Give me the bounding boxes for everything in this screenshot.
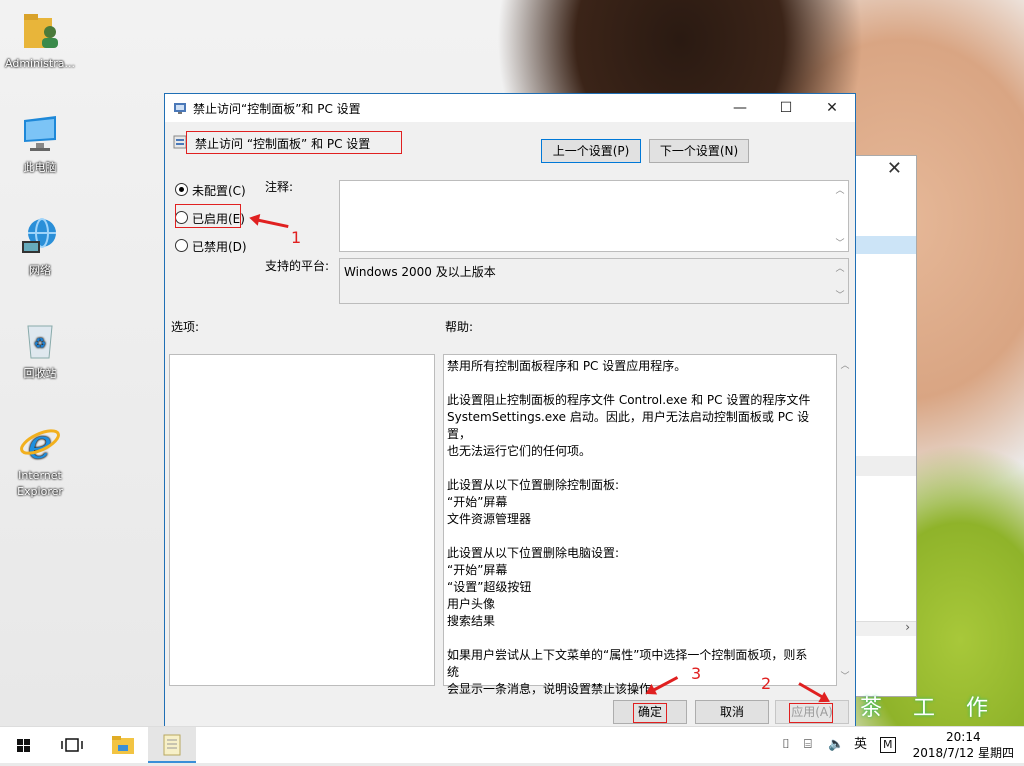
help-paragraph: 此设置阻止控制面板的程序文件 Control.exe 和 PC 设置的程序文件 S… — [447, 393, 811, 458]
platform-value: Windows 2000 及以上版本 — [344, 265, 496, 279]
chevron-up-icon[interactable]: ︿ — [832, 183, 848, 196]
help-paragraph: 此设置从以下位置删除电脑设置: “开始”屏幕 “设置”超级按钮 用户头像 搜索结果 — [447, 546, 620, 628]
list-row[interactable] — [856, 456, 916, 476]
desktop-icon-recycle-bin[interactable]: ♻ 回收站 — [0, 318, 80, 382]
radio-indicator[interactable] — [175, 183, 188, 196]
svg-text:♻: ♻ — [34, 336, 47, 352]
desktop-icon-label: 此电脑 — [23, 161, 57, 174]
desktop-icon-this-pc[interactable]: 此电脑 — [0, 112, 80, 176]
annotation-arrow — [254, 218, 289, 229]
radio-label: 未配置(C) — [192, 184, 246, 198]
annotation-box — [186, 131, 402, 154]
chevron-up-icon[interactable]: ︿ — [832, 261, 848, 274]
clock-time: 20:14 — [946, 730, 981, 744]
network-globe-icon — [18, 215, 62, 259]
start-button[interactable] — [0, 727, 48, 763]
policy-editor-taskbar-button[interactable] — [148, 727, 196, 763]
annotation-number: 1 — [291, 228, 302, 247]
minimize-button[interactable]: — — [717, 94, 763, 122]
desktop-icon-label: Internet Explorer — [17, 469, 63, 498]
close-icon[interactable]: ✕ — [887, 158, 902, 179]
internet-explorer-icon: e — [18, 420, 62, 468]
file-explorer-button[interactable] — [100, 727, 148, 763]
help-paragraph: 此设置从以下位置删除控制面板: “开始”屏幕 文件资源管理器 — [447, 478, 620, 526]
volume-icon[interactable]: 🔈 — [828, 727, 844, 763]
desktop-icon-administrator[interactable]: Administra... — [0, 8, 80, 72]
help-text: 禁用所有控制面板程序和 PC 设置应用程序。 此设置阻止控制面板的程序文件 Co… — [447, 358, 816, 715]
task-view-button[interactable] — [48, 727, 96, 763]
background-window[interactable]: ✕ › — [855, 155, 917, 697]
svg-text:e: e — [28, 422, 52, 464]
taskbar: ⌷ ⌸ 🔈 英 M 20:14 2018/7/12 星期四 — [0, 726, 1024, 763]
comment-label: 注释: — [265, 180, 294, 194]
supported-platform-field: Windows 2000 及以上版本 ︿ ﹀ — [339, 258, 849, 304]
selected-row[interactable] — [856, 236, 916, 254]
desktop-icon-network[interactable]: 网络 — [0, 215, 80, 279]
horizontal-scrollbar[interactable]: › — [856, 620, 916, 636]
vertical-scrollbar[interactable]: ︿ ﹀ — [832, 181, 848, 251]
user-folder-icon — [18, 8, 62, 52]
chevron-down-icon[interactable]: ﹀ — [837, 669, 853, 682]
annotation-box — [633, 703, 667, 723]
policy-icon — [173, 135, 187, 149]
annotation-number: 3 — [691, 664, 702, 683]
desktop-icon-label: 网络 — [29, 264, 51, 277]
chevron-down-icon[interactable]: ﹀ — [832, 236, 848, 249]
help-scrollbar[interactable]: ︿ ﹀ — [837, 354, 853, 686]
title-bar[interactable]: 禁止访问“控制面板”和 PC 设置 — ☐ ✕ — [165, 94, 855, 122]
radio-label: 已禁用(D) — [192, 240, 247, 254]
vertical-scrollbar[interactable]: ︿ ﹀ — [832, 259, 848, 303]
radio-not-configured[interactable]: 未配置(C) — [175, 182, 246, 200]
chevron-right-icon[interactable]: › — [905, 620, 910, 634]
clock[interactable]: 20:14 2018/7/12 星期四 — [913, 729, 1014, 761]
policy-icon — [173, 101, 187, 115]
next-setting-button[interactable]: 下一个设置(N) — [649, 139, 749, 163]
maximize-button[interactable]: ☐ — [763, 94, 809, 122]
desktop-icon-label: Administra... — [5, 57, 75, 70]
desktop-icon-label: 回收站 — [23, 367, 57, 380]
window-title: 禁止访问“控制面板”和 PC 设置 — [193, 102, 361, 116]
policy-setting-dialog: 禁止访问“控制面板”和 PC 设置 — ☐ ✕ 禁止访问 “控制面板” 和 PC… — [164, 93, 856, 727]
ime-mode-icon[interactable]: M — [880, 727, 896, 763]
network-icon[interactable]: ⌸ — [804, 727, 812, 763]
annotation-number: 2 — [761, 674, 772, 693]
windows-logo-icon — [17, 739, 30, 752]
radio-disabled[interactable]: 已禁用(D) — [175, 238, 247, 256]
comment-textarea[interactable]: ︿ ﹀ — [339, 180, 849, 252]
chevron-down-icon[interactable]: ﹀ — [832, 288, 848, 301]
chevron-up-icon[interactable]: ︿ — [837, 358, 853, 371]
previous-setting-button[interactable]: 上一个设置(P) — [541, 139, 641, 163]
computer-icon — [18, 112, 62, 156]
notepad-icon — [163, 734, 181, 756]
close-button[interactable]: ✕ — [809, 94, 855, 122]
help-pane[interactable]: 禁用所有控制面板程序和 PC 设置应用程序。 此设置阻止控制面板的程序文件 Co… — [443, 354, 837, 696]
help-paragraph: 禁用所有控制面板程序和 PC 设置应用程序。 — [447, 359, 687, 373]
options-pane[interactable] — [169, 354, 435, 686]
cancel-button[interactable]: 取消 — [695, 700, 769, 724]
annotation-box — [175, 204, 241, 228]
help-label: 帮助: — [445, 320, 474, 334]
supported-platform-label: 支持的平台: — [265, 259, 330, 273]
task-view-icon — [61, 738, 83, 752]
desktop-icon-internet-explorer[interactable]: e Internet Explorer — [0, 420, 80, 500]
usb-icon[interactable]: ⌷ — [782, 727, 790, 763]
clock-date: 2018/7/12 星期四 — [912, 746, 1014, 760]
ime-indicator[interactable]: 英 — [854, 727, 867, 763]
recycle-bin-icon: ♻ — [18, 318, 62, 362]
radio-indicator[interactable] — [175, 239, 188, 252]
folder-icon — [112, 736, 134, 754]
options-label: 选项: — [171, 320, 200, 334]
